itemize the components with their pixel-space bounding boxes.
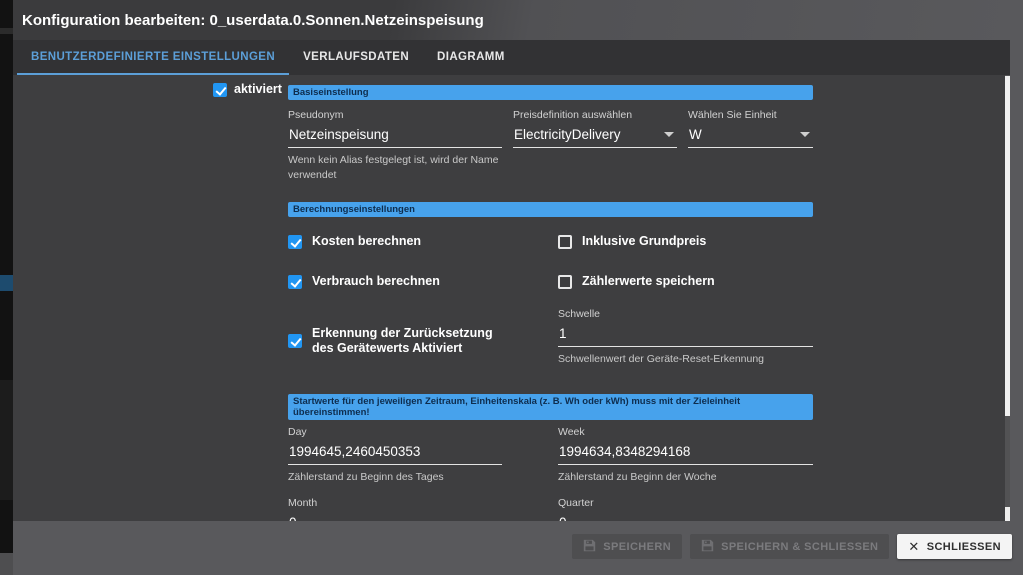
week-helper: Zählerstand zu Beginn der Woche bbox=[558, 470, 813, 485]
zaehlerwerte-speichern-label: Zählerwerte speichern bbox=[582, 274, 715, 289]
month-input[interactable]: 0 bbox=[288, 509, 502, 521]
save-icon bbox=[701, 539, 714, 555]
startwerte-row-2: Month 0 Zählerstand am Monatsanfang Quar… bbox=[288, 497, 813, 521]
startwerte-row-1: Day 1994645,2460450353 Zählerstand zu Be… bbox=[288, 426, 813, 485]
calculation-options: Kosten berechnen Inklusive Grundpreis Ve… bbox=[288, 234, 813, 367]
tab-diagramm[interactable]: DIAGRAMM bbox=[423, 40, 519, 75]
backdrop-fragment bbox=[0, 553, 13, 575]
schwelle-input[interactable]: 1 bbox=[558, 320, 813, 347]
speichern-und-schliessen-button[interactable]: SPEICHERN & SCHLIESSEN bbox=[690, 534, 889, 559]
footer-buttons: SPEICHERN SPEICHERN & SCHLIESSEN ✕ SCHLI… bbox=[572, 534, 1012, 559]
speichern-label: SPEICHERN bbox=[603, 541, 671, 553]
chevron-down-icon bbox=[800, 132, 810, 137]
reset-erkennung-row: Erkennung der Zurücksetzung des Gerätewe… bbox=[288, 314, 502, 367]
week-input[interactable]: 1994634,8348294168 bbox=[558, 438, 813, 465]
inklusive-grundpreis-checkbox[interactable] bbox=[558, 235, 572, 249]
day-input[interactable]: 1994645,2460450353 bbox=[288, 438, 502, 465]
pseudonym-input[interactable]: Netzeinspeisung bbox=[288, 121, 502, 148]
day-helper: Zählerstand zu Beginn des Tages bbox=[288, 470, 502, 485]
week-label: Week bbox=[558, 426, 813, 438]
pseudonym-field: Pseudonym Netzeinspeisung Wenn kein Alia… bbox=[288, 109, 502, 183]
tab-label: BENUTZERDEFINIERTE EINSTELLUNGEN bbox=[31, 51, 275, 63]
schliessen-label: SCHLIESSEN bbox=[927, 541, 1001, 553]
aktiviert-label: aktiviert bbox=[234, 82, 282, 97]
dialog-footer: SPEICHERN SPEICHERN & SCHLIESSEN ✕ SCHLI… bbox=[13, 521, 1023, 575]
inklusive-grundpreis-row: Inklusive Grundpreis bbox=[558, 234, 813, 249]
backdrop-fragment bbox=[0, 380, 13, 500]
section-header-basiseinstellung: Basiseinstellung bbox=[288, 85, 813, 100]
unit-field: Wählen Sie Einheit W bbox=[688, 109, 813, 183]
month-field: Month 0 Zählerstand am Monatsanfang bbox=[288, 497, 502, 521]
aktiviert-checkbox[interactable] bbox=[213, 83, 227, 97]
section-header-startwerte: Startwerte für den jeweiligen Zeitraum, … bbox=[288, 394, 813, 420]
zaehlerwerte-speichern-row: Zählerwerte speichern bbox=[558, 274, 813, 289]
verbrauch-berechnen-checkbox[interactable] bbox=[288, 275, 302, 289]
reset-erkennung-label: Erkennung der Zurücksetzung des Gerätewe… bbox=[312, 326, 502, 356]
zaehlerwerte-speichern-checkbox[interactable] bbox=[558, 275, 572, 289]
week-field: Week 1994634,8348294168 Zählerstand zu B… bbox=[558, 426, 813, 485]
pseudonym-helper: Wenn kein Alias festgelegt ist, wird der… bbox=[288, 153, 502, 183]
tab-benutzerdefinierte-einstellungen[interactable]: BENUTZERDEFINIERTE EINSTELLUNGEN bbox=[17, 40, 289, 75]
speichern-button[interactable]: SPEICHERN bbox=[572, 534, 682, 559]
price-definition-label: Preisdefinition auswählen bbox=[513, 109, 677, 121]
schwelle-label: Schwelle bbox=[558, 308, 813, 320]
backdrop-fragment bbox=[0, 28, 13, 34]
basic-settings-row: Pseudonym Netzeinspeisung Wenn kein Alia… bbox=[288, 109, 813, 183]
save-icon bbox=[583, 539, 596, 555]
quarter-label: Quarter bbox=[558, 497, 813, 509]
scrollbar-down-button[interactable] bbox=[1005, 507, 1010, 521]
reset-erkennung-checkbox[interactable] bbox=[288, 334, 302, 348]
schwelle-helper: Schwellenwert der Geräte-Reset-Erkennung bbox=[558, 352, 813, 367]
tab-bar: BENUTZERDEFINIERTE EINSTELLUNGEN VERLAUF… bbox=[13, 40, 1010, 75]
verbrauch-berechnen-label: Verbrauch berechnen bbox=[312, 274, 440, 289]
day-field: Day 1994645,2460450353 Zählerstand zu Be… bbox=[288, 426, 502, 485]
unit-label: Wählen Sie Einheit bbox=[688, 109, 813, 121]
screen: Konfiguration bearbeiten: 0_userdata.0.S… bbox=[0, 0, 1023, 575]
schwelle-field: Schwelle 1 Schwellenwert der Geräte-Rese… bbox=[558, 308, 813, 367]
pseudonym-label: Pseudonym bbox=[288, 109, 502, 121]
tab-label: DIAGRAMM bbox=[437, 51, 505, 63]
tab-verlaufsdaten[interactable]: VERLAUFSDATEN bbox=[289, 40, 423, 75]
kosten-berechnen-label: Kosten berechnen bbox=[312, 234, 421, 249]
schwelle-value: 1 bbox=[559, 326, 567, 341]
day-label: Day bbox=[288, 426, 502, 438]
tab-label: VERLAUFSDATEN bbox=[303, 51, 409, 63]
price-definition-select[interactable]: ElectricityDelivery bbox=[513, 121, 677, 148]
inklusive-grundpreis-label: Inklusive Grundpreis bbox=[582, 234, 706, 249]
section-header-berechnungseinstellungen: Berechnungseinstellungen bbox=[288, 202, 813, 217]
kosten-berechnen-checkbox[interactable] bbox=[288, 235, 302, 249]
speichern-und-schliessen-label: SPEICHERN & SCHLIESSEN bbox=[721, 541, 878, 553]
content-scrollbar[interactable] bbox=[1005, 75, 1010, 521]
price-definition-value: ElectricityDelivery bbox=[514, 127, 621, 142]
schliessen-button[interactable]: ✕ SCHLIESSEN bbox=[897, 534, 1012, 559]
month-label: Month bbox=[288, 497, 502, 509]
scrollbar-thumb[interactable] bbox=[1005, 76, 1010, 416]
enabled-row: aktiviert bbox=[213, 82, 282, 97]
settings-form: Basiseinstellung Pseudonym Netzeinspeisu… bbox=[288, 75, 813, 521]
quarter-input[interactable]: 0 bbox=[558, 509, 813, 521]
dialog-header: Konfiguration bearbeiten: 0_userdata.0.S… bbox=[13, 0, 1010, 40]
unit-select[interactable]: W bbox=[688, 121, 813, 148]
close-icon: ✕ bbox=[908, 539, 919, 555]
pseudonym-value: Netzeinspeisung bbox=[289, 127, 389, 142]
dimmed-backdrop bbox=[0, 0, 13, 575]
kosten-berechnen-row: Kosten berechnen bbox=[288, 234, 502, 249]
dialog-title: Konfiguration bearbeiten: 0_userdata.0.S… bbox=[22, 12, 484, 29]
day-value: 1994645,2460450353 bbox=[289, 444, 420, 459]
config-dialog: Konfiguration bearbeiten: 0_userdata.0.S… bbox=[13, 0, 1010, 521]
verbrauch-berechnen-row: Verbrauch berechnen bbox=[288, 274, 502, 289]
outer-dialog: Konfiguration bearbeiten: 0_userdata.0.S… bbox=[13, 0, 1023, 575]
price-definition-field: Preisdefinition auswählen ElectricityDel… bbox=[513, 109, 677, 183]
week-value: 1994634,8348294168 bbox=[559, 444, 690, 459]
unit-value: W bbox=[689, 127, 702, 142]
chevron-down-icon bbox=[664, 132, 674, 137]
quarter-field: Quarter 0 Zählerstand zu Beginn des Quar… bbox=[558, 497, 813, 521]
dialog-content: aktiviert Basiseinstellung Pseudonym Net… bbox=[13, 75, 1010, 521]
backdrop-fragment bbox=[0, 275, 13, 291]
